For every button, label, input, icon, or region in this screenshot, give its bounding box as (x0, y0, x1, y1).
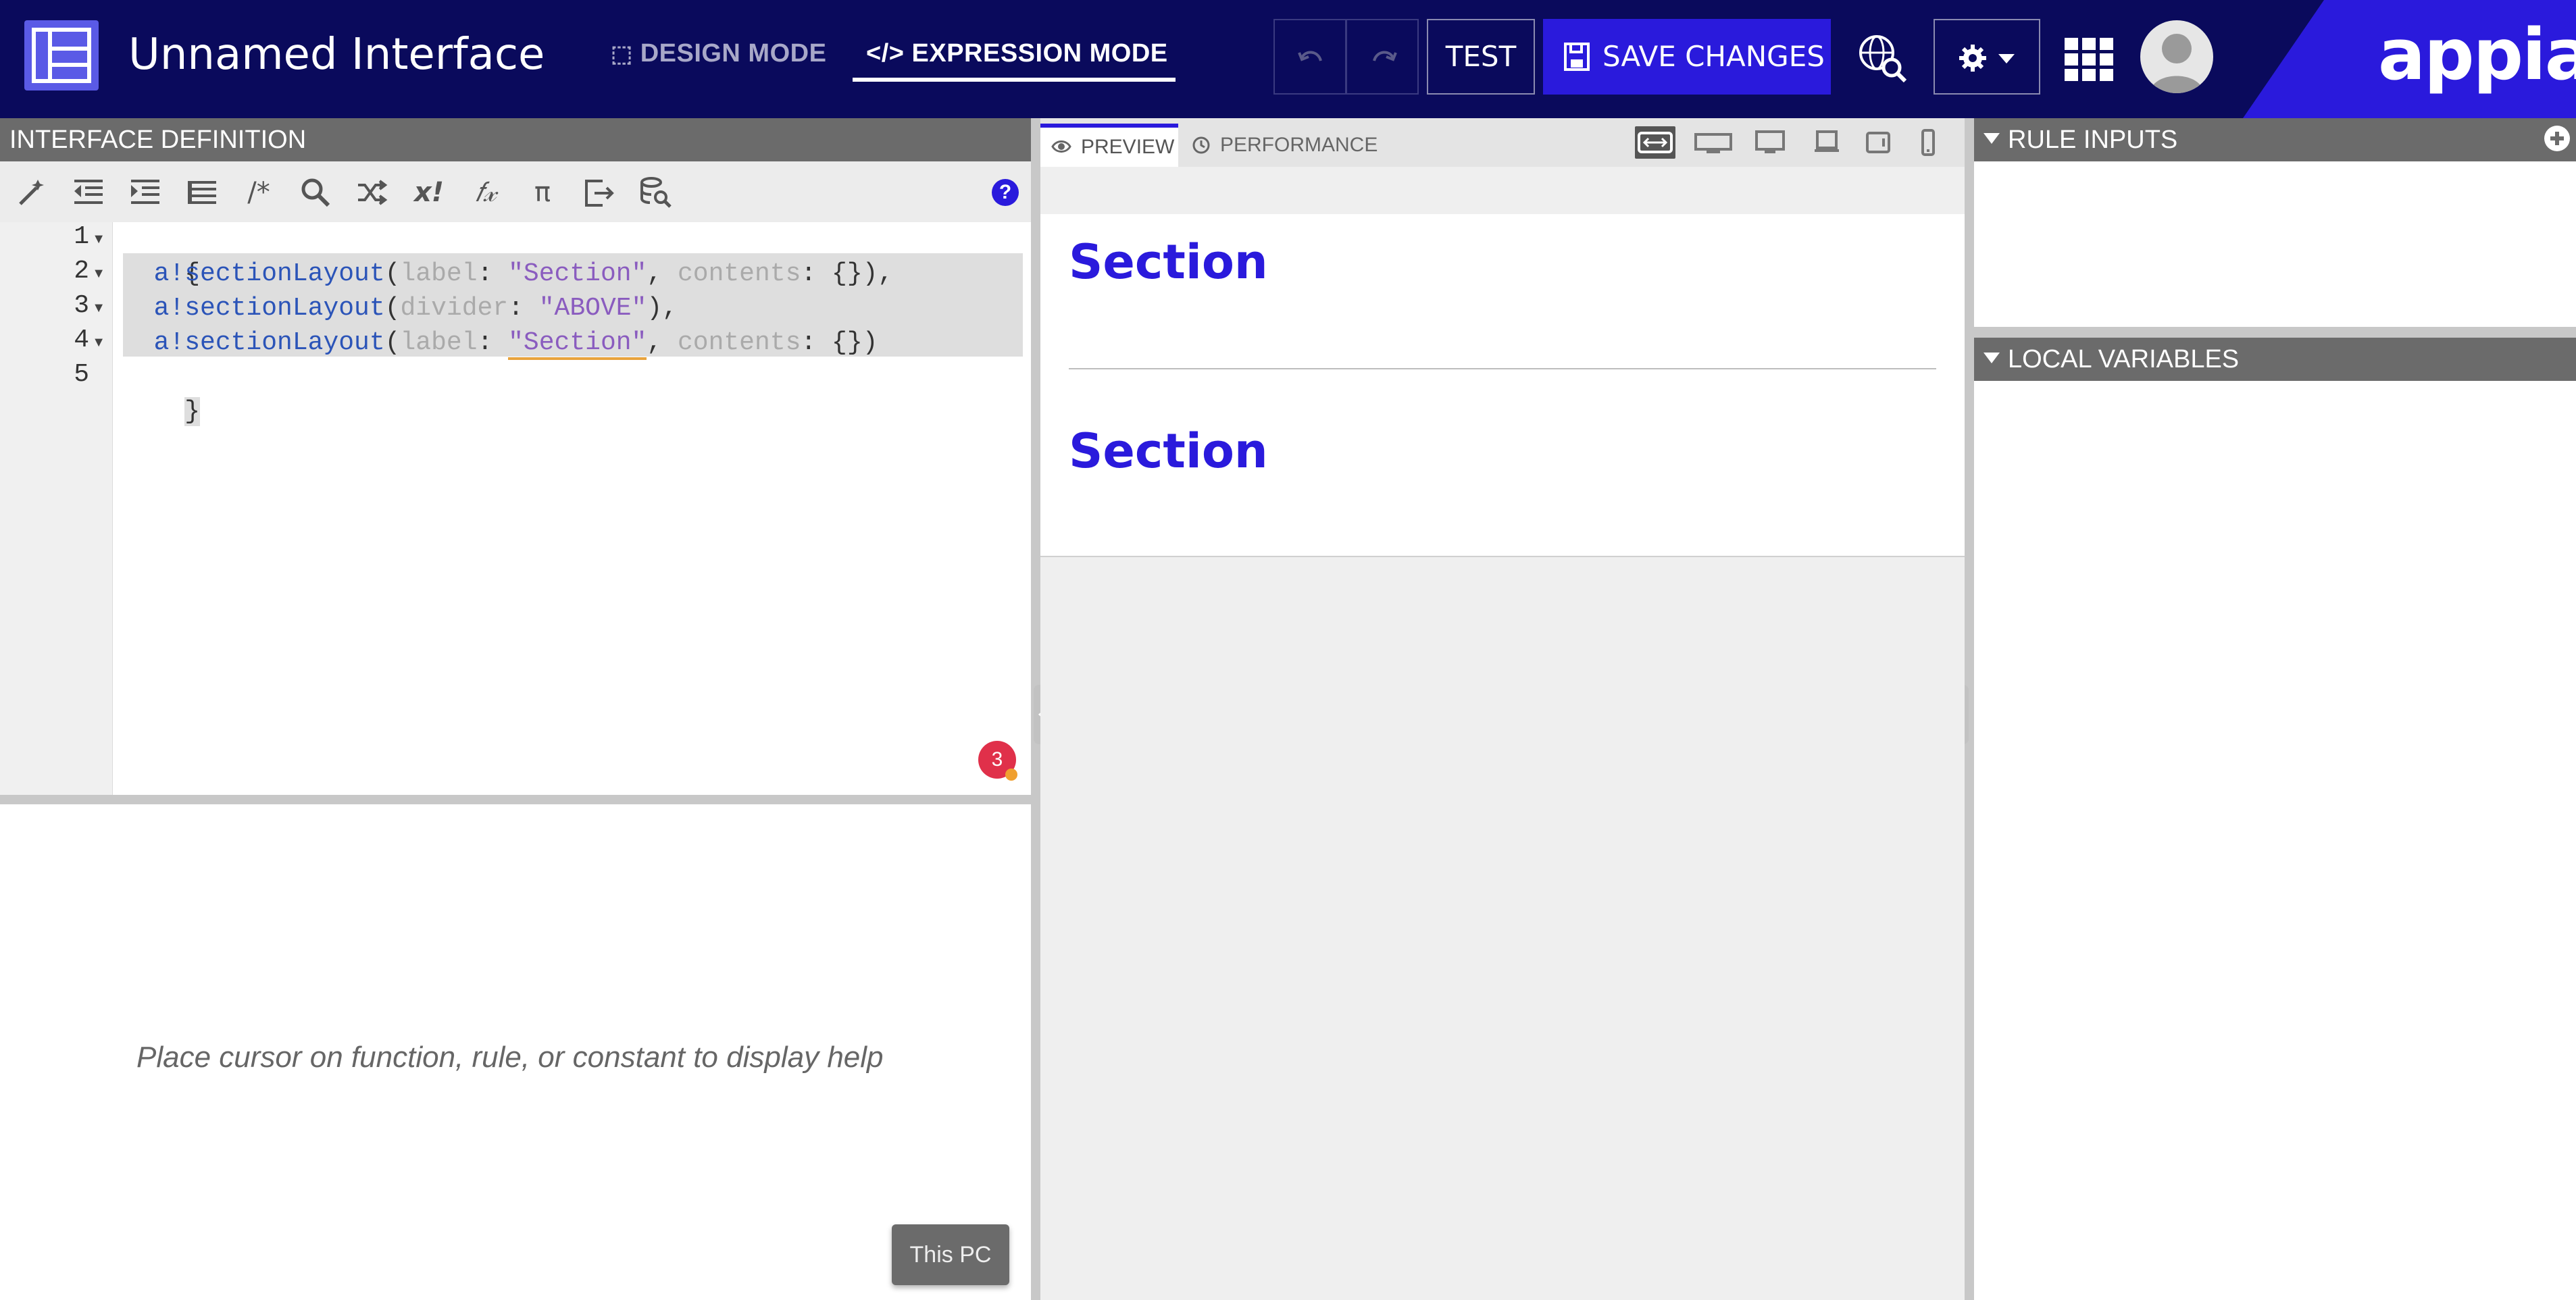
test-button[interactable]: TEST (1427, 19, 1535, 95)
list-icon[interactable] (185, 176, 219, 209)
tablet-icon[interactable] (1858, 126, 1898, 159)
laptop-icon[interactable] (1807, 126, 1847, 159)
interface-designer-logo-icon (24, 20, 99, 90)
function-icon[interactable]: 𝑓𝓍 (469, 176, 503, 209)
help-pane: Place cursor on function, rule, or const… (0, 804, 1031, 1300)
redo-button[interactable] (1346, 19, 1419, 95)
design-mode-label: DESIGN MODE (640, 39, 827, 68)
undo-icon (1298, 51, 1322, 61)
settings-menu-button[interactable] (1934, 19, 2040, 95)
device-selector (1635, 118, 1965, 167)
help-placeholder-text: Place cursor on function, rule, or const… (136, 1041, 884, 1074)
right-panel-splitter[interactable] (1974, 327, 2576, 338)
line-number: 2 (74, 257, 89, 286)
horizontal-splitter[interactable] (0, 795, 1031, 804)
local-variables-header[interactable]: LOCAL VARIABLES (1974, 338, 2576, 381)
local-variables-label: LOCAL VARIABLES (2008, 345, 2240, 373)
save-changes-label: SAVE CHANGES (1602, 40, 1825, 73)
phone-icon[interactable] (1908, 126, 1948, 159)
appian-logo[interactable]: appian (2378, 14, 2576, 96)
outdent-icon[interactable] (72, 176, 105, 209)
section-label: Section (1069, 234, 1268, 290)
export-icon[interactable] (582, 176, 616, 209)
search-icon[interactable] (299, 176, 332, 209)
fold-arrow-icon[interactable]: ▼ (92, 301, 105, 316)
format-icon[interactable] (15, 176, 49, 209)
line-number: 4 (74, 326, 89, 355)
line-number: 5 (74, 360, 89, 389)
data-search-icon[interactable] (639, 176, 673, 209)
design-mode-tab[interactable]: ⬚ DESIGN MODE (611, 39, 826, 68)
desktop-wide-icon[interactable] (1693, 126, 1734, 159)
rule-inputs-header[interactable]: RULE INPUTS (1974, 118, 2576, 161)
collapse-arrow-icon (1984, 353, 2000, 363)
undo-button[interactable] (1273, 19, 1346, 95)
chevron-down-icon (1998, 54, 2015, 63)
section-label: Section (1069, 423, 1268, 479)
save-icon (1564, 43, 1590, 71)
line-number: 3 (74, 291, 89, 320)
help-icon[interactable]: ? (992, 179, 1019, 206)
code-line[interactable]: a!sectionLayout(label: "Section", conten… (123, 257, 894, 291)
tab-performance-label: PERFORMANCE (1220, 134, 1378, 156)
code-line[interactable]: a!sectionLayout(divider: "ABOVE"), (123, 291, 678, 326)
rule-inputs-list (1974, 161, 2576, 327)
preview-tabbar: PREVIEW PERFORMANCE (1040, 118, 1965, 167)
desktop-icon[interactable] (1750, 126, 1790, 159)
tab-performance[interactable]: PERFORMANCE (1182, 124, 1412, 167)
fit-width-icon[interactable] (1635, 126, 1675, 159)
clock-icon (1192, 136, 1210, 154)
shuffle-icon[interactable] (355, 176, 389, 209)
interface-definition-header: INTERFACE DEFINITION (0, 118, 1031, 161)
tab-preview[interactable]: PREVIEW (1040, 124, 1178, 167)
interface-title[interactable]: Unnamed Interface (128, 30, 545, 80)
preview-card: Section Section (1040, 214, 1965, 557)
code-editor[interactable]: 1 ▼ 2 ▼ 3 ▼ 4 ▼ 5 { a!sectionLayout(labe… (0, 222, 1031, 795)
user-icon (2150, 34, 2204, 93)
line-number: 1 (74, 222, 89, 251)
this-pc-tooltip[interactable]: This PC (892, 1224, 1009, 1285)
code-icon: </> (866, 39, 905, 68)
gear-icon (1959, 45, 2015, 72)
comment-icon[interactable]: /* (242, 176, 276, 209)
code-line[interactable]: a!sectionLayout(label: "Section", conten… (123, 326, 878, 360)
expression-mode-label: EXPRESSION MODE (911, 39, 1168, 68)
code-line[interactable]: { (123, 222, 200, 288)
globe-search-icon[interactable] (1857, 32, 1908, 84)
top-bar: Unnamed Interface ⬚ DESIGN MODE </> EXPR… (0, 0, 2576, 118)
pi-icon[interactable]: π (526, 176, 559, 209)
user-avatar[interactable] (2140, 20, 2213, 93)
line-gutter: 1 ▼ 2 ▼ 3 ▼ 4 ▼ 5 (0, 222, 113, 795)
code-line[interactable]: } (123, 360, 201, 426)
not-icon[interactable]: x! (412, 176, 446, 209)
section-divider (1069, 368, 1936, 369)
warning-dot (1005, 769, 1017, 781)
rule-inputs-label: RULE INPUTS (2008, 126, 2178, 154)
add-rule-input-icon[interactable] (2542, 124, 2572, 153)
preview-area: Section Section (1040, 167, 1965, 1300)
expression-mode-tab[interactable]: </> EXPRESSION MODE (866, 39, 1168, 68)
tab-preview-label: PREVIEW (1081, 136, 1175, 158)
expression-toolbar: /* x! 𝑓𝓍 π ? (0, 161, 1031, 223)
collapse-arrow-icon (1984, 133, 2000, 144)
eye-icon (1051, 140, 1071, 153)
fold-arrow-icon[interactable]: ▼ (92, 232, 105, 247)
fold-arrow-icon[interactable]: ▼ (92, 266, 105, 282)
active-mode-indicator (853, 78, 1176, 82)
local-variables-list (1974, 381, 2576, 1300)
redo-icon (1373, 51, 1397, 61)
save-changes-button[interactable]: SAVE CHANGES (1543, 19, 1831, 95)
design-mode-icon: ⬚ (611, 41, 633, 67)
app-grid-icon[interactable] (2065, 38, 2113, 81)
fold-arrow-icon[interactable]: ▼ (92, 335, 105, 350)
indent-icon[interactable] (128, 176, 162, 209)
